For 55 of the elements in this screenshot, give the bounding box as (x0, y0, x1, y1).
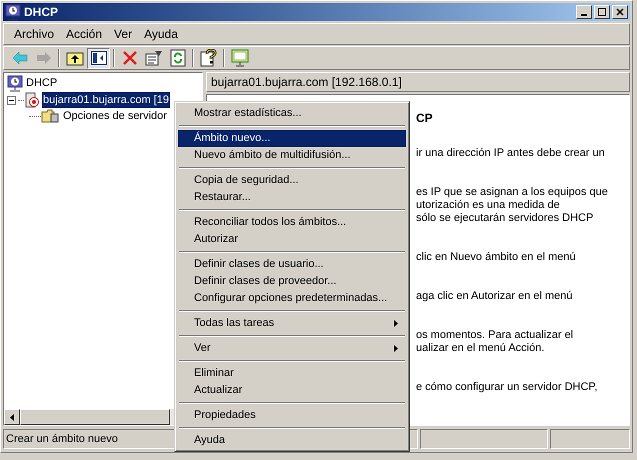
pane-header: bujarra01.bujarra.com [192.168.0.1] (206, 72, 630, 92)
menu-item[interactable]: Reconciliar todos los ámbitos... (178, 214, 406, 231)
properties-icon (144, 50, 162, 66)
menu-item[interactable]: Mostrar estadísticas... (178, 105, 406, 122)
menu-item[interactable]: Definir clases de usuario... (178, 256, 406, 273)
close-button[interactable] (612, 5, 628, 19)
toolbar-button[interactable] (87, 48, 110, 68)
submenu-arrow-icon (394, 345, 398, 352)
clock-computer-icon (7, 75, 23, 92)
split-pane-icon (90, 51, 106, 65)
left-arrow-icon (12, 51, 28, 65)
section-heading: CP (416, 111, 434, 125)
left-arrow-icon (10, 414, 14, 420)
menu-item[interactable]: Nuevo ámbito de multidifusión... (178, 147, 406, 164)
menu-item[interactable]: Configurar opciones predeterminadas... (178, 290, 406, 307)
menu-item[interactable]: Restaurar... (178, 189, 406, 206)
menu-item[interactable]: Eliminar (178, 365, 406, 382)
menu-item[interactable]: Ámbito nuevo... (178, 130, 406, 147)
paragraph: os momentos. Para actualizar el ualizar en el menú Acción. (416, 329, 574, 355)
menu-item[interactable]: Actualizar (178, 382, 406, 399)
menu-item[interactable]: Ayuda (178, 432, 406, 449)
tree-item[interactable]: Opciones de servidor (62, 108, 168, 124)
tree-item[interactable]: DHCP (26, 75, 58, 92)
server-icon (24, 92, 40, 108)
paragraph: ir una dirección IP antes debe crear un (416, 147, 606, 160)
paragraph: es IP que se asignan a los equipos que utorización es una medida de sólo se ejecutarán servidores DHCP (416, 186, 609, 225)
menu-item[interactable]: Definir clases de proveedor... (178, 273, 406, 290)
menu-item[interactable]: Ver (108, 25, 138, 43)
menu-item[interactable]: Acción (60, 25, 108, 43)
menu-item[interactable]: Propiedades (178, 407, 406, 424)
maximize-icon (598, 8, 606, 16)
paragraph: clic en Nuevo ámbito en el menú (416, 251, 577, 264)
delete-icon (122, 50, 138, 66)
menu-item[interactable]: Ayuda (138, 25, 184, 43)
window-title: DHCP (24, 4, 58, 21)
folder-icon (41, 109, 59, 123)
maximize-button[interactable] (594, 5, 610, 19)
help-icon (200, 49, 218, 67)
close-icon (616, 8, 624, 16)
paragraph: e cómo configurar un servidor DHCP, (416, 381, 598, 394)
menu-item[interactable]: Ver (178, 340, 406, 357)
right-arrow-icon (36, 51, 52, 65)
collapse-icon[interactable] (7, 96, 16, 104)
monitor-icon (230, 49, 248, 67)
submenu-arrow-icon (394, 320, 398, 327)
clock-computer-icon (5, 4, 21, 20)
paragraph: aga clic en Autorizar en el menú (416, 290, 574, 303)
menu-item[interactable]: Todas las tareas (178, 315, 406, 332)
menu-item[interactable]: Copia de seguridad... (178, 172, 406, 189)
tree-item[interactable]: bujarra01.bujarra.com [19 (42, 92, 170, 108)
menu-item[interactable]: Autorizar (178, 231, 406, 248)
menu-item[interactable]: Archivo (8, 25, 60, 43)
folder-up-icon (66, 50, 84, 66)
refresh-icon (170, 49, 186, 67)
minimize-button[interactable] (576, 5, 592, 19)
